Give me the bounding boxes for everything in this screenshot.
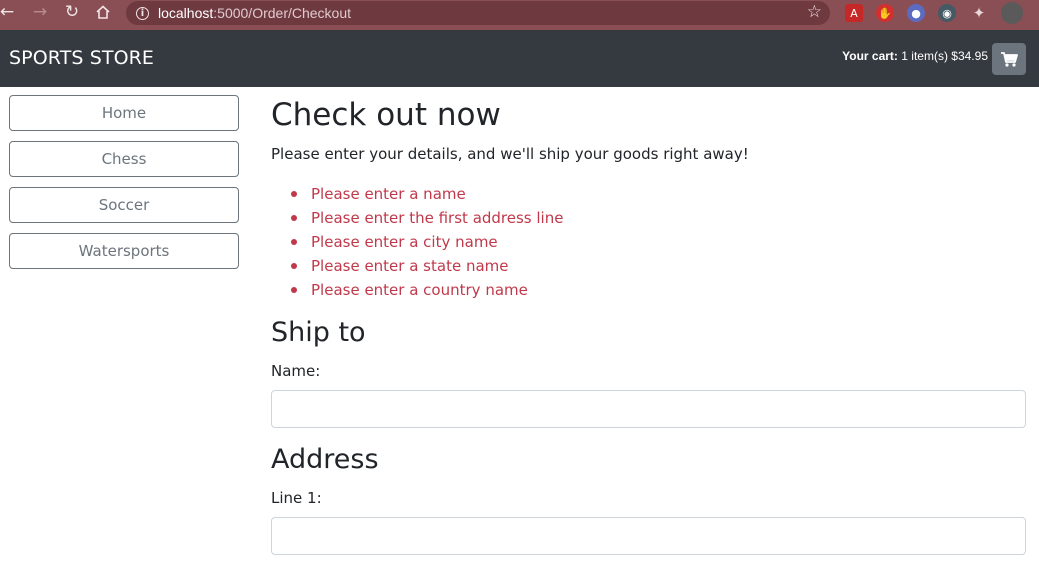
- line1-label: Line 1:: [271, 489, 322, 507]
- ship-to-heading: Ship to: [271, 317, 366, 348]
- address-bar[interactable]: i localhost:5000/Order/Checkout ☆: [126, 1, 830, 25]
- extension-pdf-icon[interactable]: A: [845, 4, 863, 22]
- extensions-puzzle-icon[interactable]: ✦: [970, 4, 988, 22]
- brand-title[interactable]: SPORTS STORE: [9, 47, 154, 69]
- validation-error: Please enter a city name: [271, 230, 563, 254]
- url-text: localhost:5000/Order/Checkout: [158, 5, 351, 21]
- forward-arrow-icon[interactable]: →: [29, 1, 51, 23]
- cart-label: Your cart:: [842, 49, 898, 63]
- star-icon[interactable]: ☆: [807, 2, 822, 22]
- url-host: localhost: [158, 5, 214, 21]
- url-path: :5000/Order/Checkout: [213, 5, 352, 21]
- browser-toolbar: ← → ↻ i localhost:5000/Order/Checkout ☆ …: [0, 0, 1039, 30]
- name-input[interactable]: [271, 390, 1026, 428]
- back-arrow-icon[interactable]: ←: [0, 1, 18, 23]
- cart-button[interactable]: [992, 43, 1026, 75]
- category-watersports-button[interactable]: Watersports: [9, 233, 239, 269]
- shopping-cart-icon: [1000, 51, 1018, 67]
- home-icon[interactable]: [92, 1, 114, 23]
- page-title: Check out now: [271, 97, 501, 133]
- validation-error: Please enter a state name: [271, 254, 563, 278]
- intro-text: Please enter your details, and we'll shi…: [271, 145, 749, 163]
- name-label: Name:: [271, 362, 321, 380]
- address-heading: Address: [271, 444, 379, 475]
- reload-icon[interactable]: ↻: [61, 1, 83, 23]
- category-soccer-button[interactable]: Soccer: [9, 187, 239, 223]
- extension-drop-icon[interactable]: ●: [907, 4, 925, 22]
- site-info-icon[interactable]: i: [136, 6, 149, 20]
- cart-summary: Your cart: 1 item(s) $34.95: [842, 49, 988, 63]
- validation-error: Please enter a name: [271, 182, 563, 206]
- extension-target-icon[interactable]: ◉: [938, 4, 956, 22]
- category-chess-button[interactable]: Chess: [9, 141, 239, 177]
- validation-error: Please enter a country name: [271, 278, 563, 302]
- cart-summary-text: 1 item(s) $34.95: [901, 49, 988, 63]
- navbar: SPORTS STORE Your cart: 1 item(s) $34.95: [0, 30, 1039, 87]
- address-line1-input[interactable]: [271, 517, 1026, 555]
- validation-summary: Please enter a name Please enter the fir…: [271, 182, 563, 302]
- extension-stop-icon[interactable]: ✋: [876, 4, 894, 22]
- category-home-button[interactable]: Home: [9, 95, 239, 131]
- validation-error: Please enter the first address line: [271, 206, 563, 230]
- profile-avatar[interactable]: [1001, 2, 1023, 24]
